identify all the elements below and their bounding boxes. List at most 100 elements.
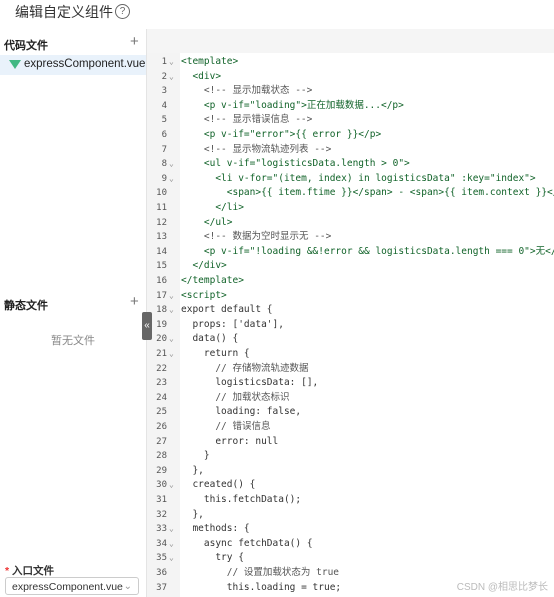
watermark: CSDN @相思比梦长 bbox=[456, 582, 548, 593]
fold-chevron-icon[interactable]: ⌄ bbox=[169, 537, 174, 552]
entry-file-label: * 入口文件 bbox=[5, 563, 54, 578]
fold-chevron-icon[interactable]: ⌄ bbox=[169, 55, 174, 70]
line-number: 12 bbox=[156, 217, 167, 228]
code-text: loading: false, bbox=[181, 406, 302, 418]
fold-chevron-icon[interactable]: ⌄ bbox=[169, 157, 174, 172]
code-line[interactable]: 6 <p v-if="error">{{ error }}</p> bbox=[147, 128, 554, 143]
fold-chevron-icon[interactable]: ⌄ bbox=[169, 172, 174, 187]
code-text: this.fetchData(); bbox=[181, 494, 302, 505]
fold-chevron-icon[interactable]: ⌄ bbox=[169, 303, 174, 318]
line-number: 21 bbox=[156, 349, 167, 359]
code-text: }, bbox=[181, 464, 204, 476]
help-icon[interactable]: ? bbox=[115, 4, 130, 19]
code-text: // 设置加载状态为 true bbox=[181, 567, 340, 578]
line-number: 27 bbox=[156, 436, 167, 447]
file-name: expressComponent.vue bbox=[24, 58, 146, 70]
code-line[interactable]: 8 ⌄ <ul v-if="logisticsData.length > 0"> bbox=[147, 157, 554, 172]
line-number: 22 bbox=[156, 363, 167, 374]
code-line[interactable]: 32 }, bbox=[147, 508, 554, 523]
code-line[interactable]: 34 ⌄ async fetchData() { bbox=[147, 537, 554, 552]
code-line[interactable]: 18 ⌄ export default { bbox=[147, 303, 554, 318]
fold-chevron-icon[interactable]: ⌄ bbox=[169, 478, 174, 493]
code-line[interactable]: 21 ⌄ return { bbox=[147, 347, 554, 362]
line-number: 33 bbox=[156, 524, 167, 535]
code-line[interactable]: 26 // 错误信息 bbox=[147, 420, 554, 435]
code-line[interactable]: 10 <span>{{ item.ftime }}</span> - <span… bbox=[147, 186, 554, 201]
line-number: 2 bbox=[161, 71, 167, 82]
code-text: return { bbox=[181, 348, 250, 359]
static-files-title: 静态文件 bbox=[4, 300, 48, 312]
code-line[interactable]: 35 ⌄ try { bbox=[147, 551, 554, 566]
code-text: <ul v-if="logisticsData.length > 0"> bbox=[181, 158, 410, 170]
code-line[interactable]: 24 // 加载状态标识 bbox=[147, 391, 554, 406]
code-line[interactable]: 19 props: ['data'], bbox=[147, 318, 554, 333]
line-number: 6 bbox=[161, 130, 167, 140]
line-number: 5 bbox=[161, 115, 167, 126]
code-text: async fetchData() { bbox=[181, 537, 313, 549]
line-number: 32 bbox=[156, 509, 167, 520]
line-number: 34 bbox=[156, 538, 167, 549]
code-text: props: ['data'], bbox=[181, 318, 284, 330]
code-editor[interactable]: 1 ⌄ <template> 2 ⌄ <div> 3 <!-- 显示加载状态 --> 4 <… bbox=[147, 29, 554, 597]
code-text: </ul> bbox=[181, 216, 233, 228]
code-text: error: null bbox=[181, 435, 279, 447]
code-text: </div> bbox=[181, 260, 227, 272]
empty-static-files: 暂无文件 bbox=[51, 335, 95, 347]
code-line[interactable]: 23 logisticsData: [], bbox=[147, 376, 554, 391]
editor-top-strip bbox=[147, 29, 554, 53]
code-line[interactable]: 11 </li> bbox=[147, 201, 554, 216]
code-line[interactable]: 3 <!-- 显示加载状态 --> bbox=[147, 84, 554, 99]
line-number: 1 bbox=[161, 57, 167, 67]
code-line[interactable]: 31 this.fetchData(); bbox=[147, 493, 554, 508]
code-line[interactable]: 9 ⌄ <li v-for="(item, index) in logistics… bbox=[147, 172, 554, 187]
chevron-down-icon: ⌄ bbox=[123, 581, 132, 592]
code-line[interactable]: 22 // 存储物流轨迹数据 bbox=[147, 362, 554, 377]
code-line[interactable]: 5 <!-- 显示错误信息 --> bbox=[147, 113, 554, 128]
code-line[interactable]: 17 ⌄ <script> bbox=[147, 289, 554, 304]
line-number: 24 bbox=[156, 392, 167, 403]
line-number: 10 bbox=[156, 188, 167, 199]
entry-file-select[interactable]: expressComponent.vue ⌄ bbox=[5, 577, 139, 595]
line-number: 7 bbox=[161, 144, 167, 155]
fold-chevron-icon[interactable]: ⌄ bbox=[169, 332, 174, 347]
code-text: data() { bbox=[181, 333, 239, 345]
line-number: 4 bbox=[161, 100, 167, 111]
fold-chevron-icon[interactable]: ⌄ bbox=[169, 551, 174, 566]
page-title: 编辑自定义组件 bbox=[15, 4, 113, 20]
code-files-title: 代码文件 bbox=[4, 40, 48, 52]
code-text: logisticsData: [], bbox=[181, 377, 319, 389]
line-number: 30 bbox=[156, 480, 167, 491]
collapse-sidebar-button[interactable]: « bbox=[142, 312, 152, 340]
code-text: try { bbox=[181, 552, 244, 564]
code-text: <span>{{ item.ftime }}</span> - <span>{{… bbox=[181, 187, 554, 199]
fold-chevron-icon[interactable]: ⌄ bbox=[169, 522, 174, 537]
fold-chevron-icon[interactable]: ⌄ bbox=[169, 347, 174, 362]
code-line[interactable]: 16 </template> bbox=[147, 274, 554, 289]
fold-chevron-icon[interactable]: ⌄ bbox=[169, 289, 174, 304]
add-static-file-button[interactable]: + bbox=[130, 294, 139, 309]
code-text: <!-- 显示加载状态 --> bbox=[181, 85, 313, 97]
code-line[interactable]: 12 </ul> bbox=[147, 216, 554, 231]
code-line[interactable]: 4 <p v-if="loading">正在加载数据...</p> bbox=[147, 99, 554, 114]
line-number: 3 bbox=[161, 86, 167, 97]
code-text: methods: { bbox=[181, 523, 250, 535]
fold-chevron-icon[interactable]: ⌄ bbox=[169, 70, 174, 85]
code-line[interactable]: 28 } bbox=[147, 449, 554, 464]
code-line[interactable]: 27 error: null bbox=[147, 435, 554, 450]
code-line[interactable]: 15 </div> bbox=[147, 259, 554, 274]
code-line[interactable]: 33 ⌄ methods: { bbox=[147, 522, 554, 537]
code-line[interactable]: 30 ⌄ created() { bbox=[147, 478, 554, 493]
code-line[interactable]: 25 loading: false, bbox=[147, 405, 554, 420]
code-line[interactable]: 7 <!-- 显示物流轨迹列表 --> bbox=[147, 143, 554, 158]
add-code-file-button[interactable]: + bbox=[130, 34, 139, 49]
code-line[interactable]: 13 <!-- 数据为空时显示无 --> bbox=[147, 230, 554, 245]
file-item-expresscomponent[interactable]: expressComponent.vue bbox=[0, 55, 146, 75]
code-line[interactable]: 29 }, bbox=[147, 464, 554, 479]
code-line[interactable]: 14 <p v-if="!loading &&!error && logisti… bbox=[147, 245, 554, 260]
code-line[interactable]: 1 ⌄ <template> bbox=[147, 55, 554, 70]
code-line[interactable]: 2 ⌄ <div> bbox=[147, 70, 554, 85]
code-line[interactable]: 20 ⌄ data() { bbox=[147, 332, 554, 347]
line-number: 23 bbox=[156, 378, 167, 389]
dialog-header: 编辑自定义组件 ? bbox=[0, 0, 554, 28]
file-sidebar: 代码文件 + expressComponent.vue 静态文件 + 暂无文件 … bbox=[0, 29, 147, 597]
